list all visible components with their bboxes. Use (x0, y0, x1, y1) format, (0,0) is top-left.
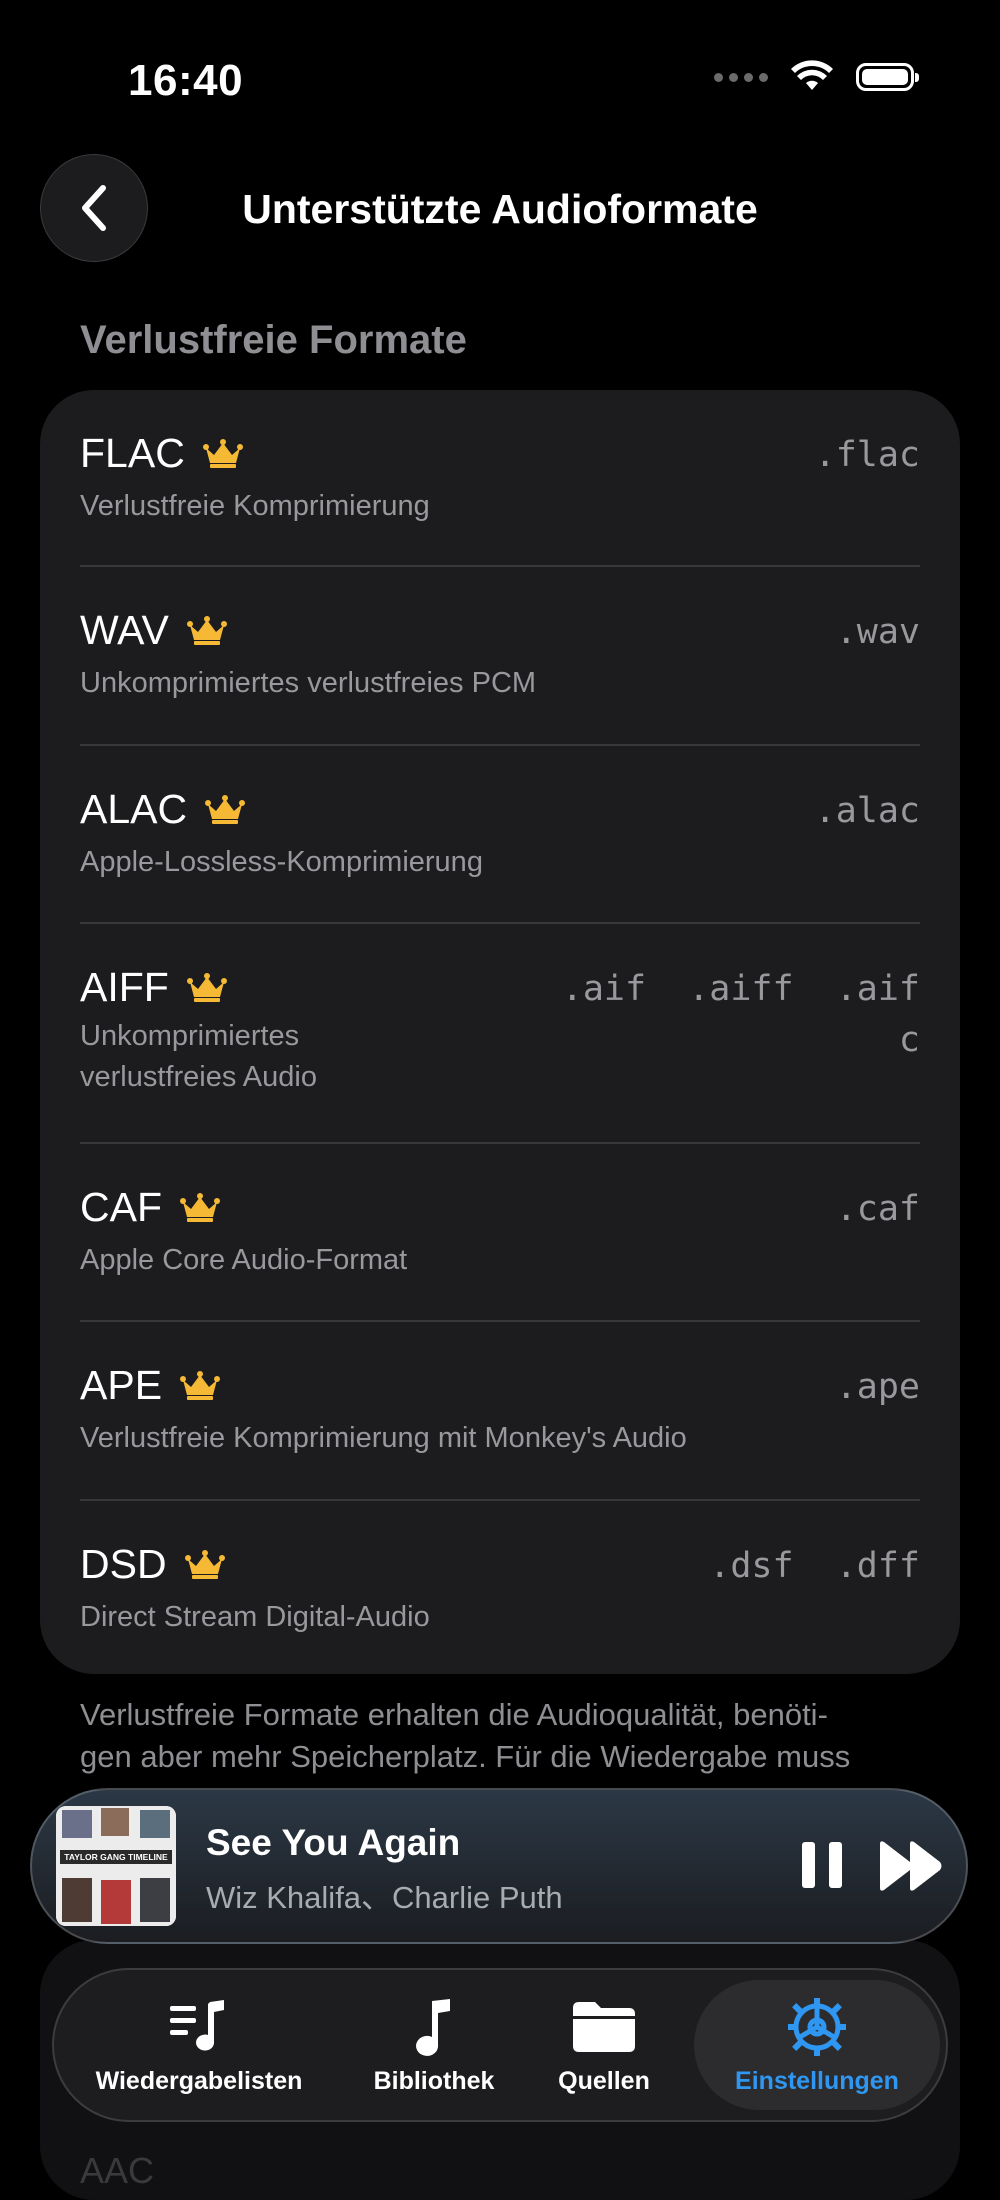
format-extension: .dsf .dff (709, 1546, 920, 1586)
format-description: Verlustfreie Komprimierung mit Monkey's … (80, 1422, 687, 1454)
footer-line-2: gen aber mehr Speicherplatz. Für die Wie… (80, 1739, 851, 1774)
format-name: AIFF (80, 964, 169, 1010)
crown-icon (180, 1192, 220, 1222)
status-time: 16:40 (128, 56, 244, 105)
format-description: Direct Stream Digital-Audio (80, 1601, 430, 1633)
tab-playlists[interactable]: Wiedergabelisten (68, 1970, 330, 2120)
crown-icon (186, 615, 227, 645)
next-section-peek: AAC (80, 2150, 155, 2191)
wifi-icon (791, 60, 833, 90)
footer-line-1: Verlustfreie Formate erhalten die Audioq… (80, 1697, 828, 1732)
tab-label: Einstellungen (735, 2066, 899, 2095)
tab-label: Wiedergabelisten (95, 2066, 303, 2095)
crown-icon (184, 1549, 225, 1579)
format-description: Unkomprimiertes (80, 1020, 300, 1052)
format-extension: .aif .aiff .aif (561, 969, 920, 1009)
folder-icon (573, 2001, 635, 2052)
pause-icon (802, 1842, 815, 1888)
format-row-flac: FLAC Verlustfreie Komprimierung .flac (80, 390, 920, 567)
crown-icon (186, 972, 227, 1002)
format-extension: .wav (835, 612, 920, 652)
track-artist: Wiz Khalifa、Charlie Puth (206, 1880, 563, 1915)
format-row-dsd: DSD Direct Stream Digital-Audio .dsf .df… (80, 1501, 920, 1674)
battery-icon (856, 63, 919, 91)
format-name: CAF (80, 1184, 162, 1230)
playlist-icon (170, 1999, 224, 2051)
mini-player[interactable]: TAYLOR GANG TIMELINE See You Again Wiz K… (30, 1788, 968, 1944)
format-row-aiff: AIFF Unkomprimiertes verlustfreies Audio… (80, 924, 920, 1144)
section-footer: Verlustfreie Formate erhalten die Audioq… (80, 1694, 920, 1778)
format-description-line2: verlustfreies Audio (80, 1061, 317, 1093)
fast-forward-icon[interactable] (878, 1838, 944, 1894)
signal-icon (714, 72, 768, 82)
format-extension: .alac (814, 791, 920, 831)
tab-sources[interactable]: Quellen (534, 1970, 674, 2120)
lossless-formats-card: FLAC Verlustfreie Komprimierung .flac WA… (40, 390, 960, 1674)
tab-label: Quellen (558, 2066, 650, 2095)
format-extension: .caf (835, 1189, 920, 1229)
music-note-icon (416, 1998, 450, 2056)
crown-icon (180, 1370, 221, 1400)
crown-icon (202, 438, 243, 468)
section-header: Verlustfreie Formate (80, 318, 467, 362)
track-title: See You Again (206, 1822, 461, 1863)
format-description: Unkomprimiertes verlustfreies PCM (80, 667, 537, 699)
crown-icon (205, 794, 246, 824)
format-row-wav: WAV Unkomprimiertes verlustfreies PCM .w… (80, 567, 920, 746)
tab-label: Bibliothek (373, 2066, 495, 2095)
format-name: WAV (80, 607, 169, 653)
format-name: ALAC (80, 786, 188, 832)
album-art: TAYLOR GANG TIMELINE (56, 1806, 176, 1926)
format-row-caf: CAF Apple Core Audio-Format .caf (80, 1144, 920, 1322)
album-art-text: TAYLOR GANG TIMELINE (64, 1852, 168, 1862)
tab-bar: Wiedergabelisten Bibliothek Quellen Eins… (52, 1968, 948, 2122)
format-description: Apple-Lossless-Komprimierung (80, 846, 483, 878)
status-icons (714, 60, 919, 94)
pause-button[interactable] (792, 1830, 852, 1900)
format-row-ape: APE Verlustfreie Komprimierung mit Monke… (80, 1322, 920, 1501)
tab-library[interactable]: Bibliothek (354, 1970, 514, 2120)
format-row-alac: ALAC Apple-Lossless-Komprimierung .alac (80, 746, 920, 924)
tab-settings[interactable]: Einstellungen (694, 1980, 940, 2110)
format-extension: .flac (814, 435, 920, 475)
format-extension-wrap: c (898, 1020, 920, 1060)
format-description: Apple Core Audio-Format (80, 1244, 408, 1276)
gear-icon (788, 1997, 846, 2056)
page-title: Unterstützte Audioformate (242, 186, 758, 232)
format-description: Verlustfreie Komprimierung (80, 490, 430, 522)
format-name: DSD (80, 1541, 167, 1587)
format-extension: .ape (835, 1367, 920, 1407)
format-name: FLAC (80, 430, 185, 476)
format-name: APE (80, 1362, 163, 1408)
